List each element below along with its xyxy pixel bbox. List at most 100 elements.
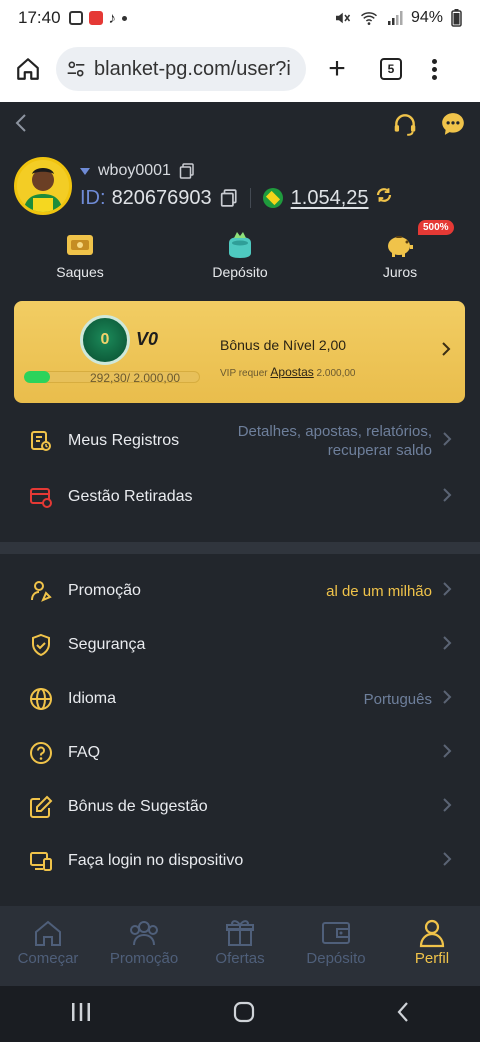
chevron-right-icon [442,431,452,452]
avatar-image [17,160,69,212]
chevron-right-icon [442,743,452,764]
chevron-right-icon [442,851,452,872]
balance-value[interactable]: 1.054,25 [291,187,369,210]
withdraw-icon [67,235,93,255]
edit-icon [28,794,54,820]
site-settings-icon[interactable] [66,59,86,79]
browser-home-button[interactable] [10,51,46,87]
back-button[interactable] [14,113,28,139]
brazil-flag-icon [262,188,283,208]
deposit-label: Depósito [212,264,268,280]
bottom-tab-bar: Começar Promoção Ofertas Depósito Perfil [0,906,480,986]
wifi-icon [360,12,377,25]
app-notification-icon [88,11,103,25]
shield-icon [28,632,54,658]
section-divider [0,542,480,554]
tab-offers[interactable]: Ofertas [192,906,288,986]
vip-level: V0 [136,329,159,349]
battery-percent: 94% [410,9,443,26]
system-navigation-bar [0,986,480,1042]
menu-item-records[interactable]: Meus Registros Detalhes, apostas, relató… [0,414,480,468]
tab-label: Começar [17,950,79,967]
profile-icon [417,916,447,950]
home-icon [17,58,39,80]
refresh-balance-icon[interactable] [375,186,393,210]
chevron-right-icon [442,689,452,710]
promotion-icon [28,578,54,604]
deposit-action[interactable]: Depósito [160,226,320,292]
chevron-left-icon [15,114,26,132]
chevron-right-icon [442,635,452,656]
copy-id-icon[interactable] [220,189,238,207]
menu-label: FAQ [68,744,101,761]
address-bar[interactable]: blanket-pg.com/user?i [56,47,306,91]
copy-icon[interactable] [179,163,195,179]
battery-icon [451,9,462,27]
tab-promotion[interactable]: Promoção [96,906,192,986]
deposit-icon [229,232,251,258]
chevron-right-icon [442,487,452,508]
devices-icon [28,848,54,874]
headset-icon [394,113,416,136]
current-language: Português [363,690,432,708]
menu-item-device-login[interactable]: Faça login no dispositivo [0,834,480,888]
tab-label: Depósito [306,950,366,967]
menu-item-faq[interactable]: FAQ [0,726,480,780]
menu-item-withdraw-management[interactable]: Gestão Retiradas [0,470,480,524]
support-button[interactable] [392,111,418,142]
new-tab-button[interactable]: + [322,52,352,86]
menu-label: Bônus de Sugestão [68,798,208,815]
menu-label: Gestão Retiradas [68,488,193,505]
question-icon [28,740,54,766]
user-id: 820676903 [111,186,212,209]
recent-apps-button[interactable] [70,1002,92,1027]
chat-icon [442,112,464,135]
menu-item-security[interactable]: Segurança [0,618,480,672]
interest-label: Juros [382,264,418,280]
withdraw-action[interactable]: Saques [0,226,160,292]
browser-menu-button[interactable] [432,58,437,80]
records-icon [28,428,54,454]
wallet-icon [321,916,351,950]
interest-badge: 500% [418,220,454,235]
vip-requirement-link[interactable]: Apostas [270,365,313,379]
browser-toolbar: blanket-pg.com/user?i + 5 [0,36,480,102]
menu-label: Meus Registros [68,432,180,449]
vip-progress-fill [24,371,50,383]
home-icon [33,916,63,950]
level-bonus-text: Bônus de Nível 2,00 [220,337,347,353]
divider [249,188,251,208]
interest-action[interactable]: 500% Juros [320,220,480,292]
menu-item-promotion[interactable]: Promoção al de um milhão [0,564,480,618]
promotion-marquee: al de um milhão [326,582,432,600]
status-time: 17:40 [18,8,61,27]
avatar[interactable] [14,157,72,215]
menu-item-language[interactable]: Idioma Português [0,672,480,726]
home-button[interactable] [233,1001,255,1028]
chevron-right-icon[interactable] [441,341,451,362]
app-screen: wboy0001 ID: 820676903 1.054,25 Saques D… [0,102,480,986]
vip-medal-level: 0 [100,331,110,348]
signal-icon [387,11,403,25]
tab-switcher-button[interactable]: 5 [380,58,402,80]
records-desc-line1: Detalhes, apostas, relatórios, [237,423,432,440]
vip-requirement-prefix: VIP requer [220,368,268,379]
vip-card[interactable]: 0 V0 292,30/ 2.000,00 Bônus de Nível 2,0… [14,301,465,403]
messages-button[interactable] [440,111,466,142]
tab-profile[interactable]: Perfil [384,906,480,986]
system-back-button[interactable] [396,1001,410,1028]
piggy-bank-icon [388,236,413,257]
tab-deposit[interactable]: Depósito [288,906,384,986]
tab-label: Perfil [414,950,450,967]
more-notifications-icon [122,15,128,21]
promotion-tab-icon [128,916,160,950]
tab-label: Ofertas [215,950,265,967]
mute-icon [335,12,351,24]
dropdown-triangle-icon[interactable] [80,167,90,175]
vip-requirement-value: 2.000,00 [316,368,356,379]
tab-start[interactable]: Começar [0,906,96,986]
menu-item-suggestion-bonus[interactable]: Bônus de Sugestão [0,780,480,834]
gift-icon [225,916,255,950]
menu-label: Idioma [68,690,117,707]
records-description: Detalhes, apostas, relatórios, recuperar… [238,422,432,460]
